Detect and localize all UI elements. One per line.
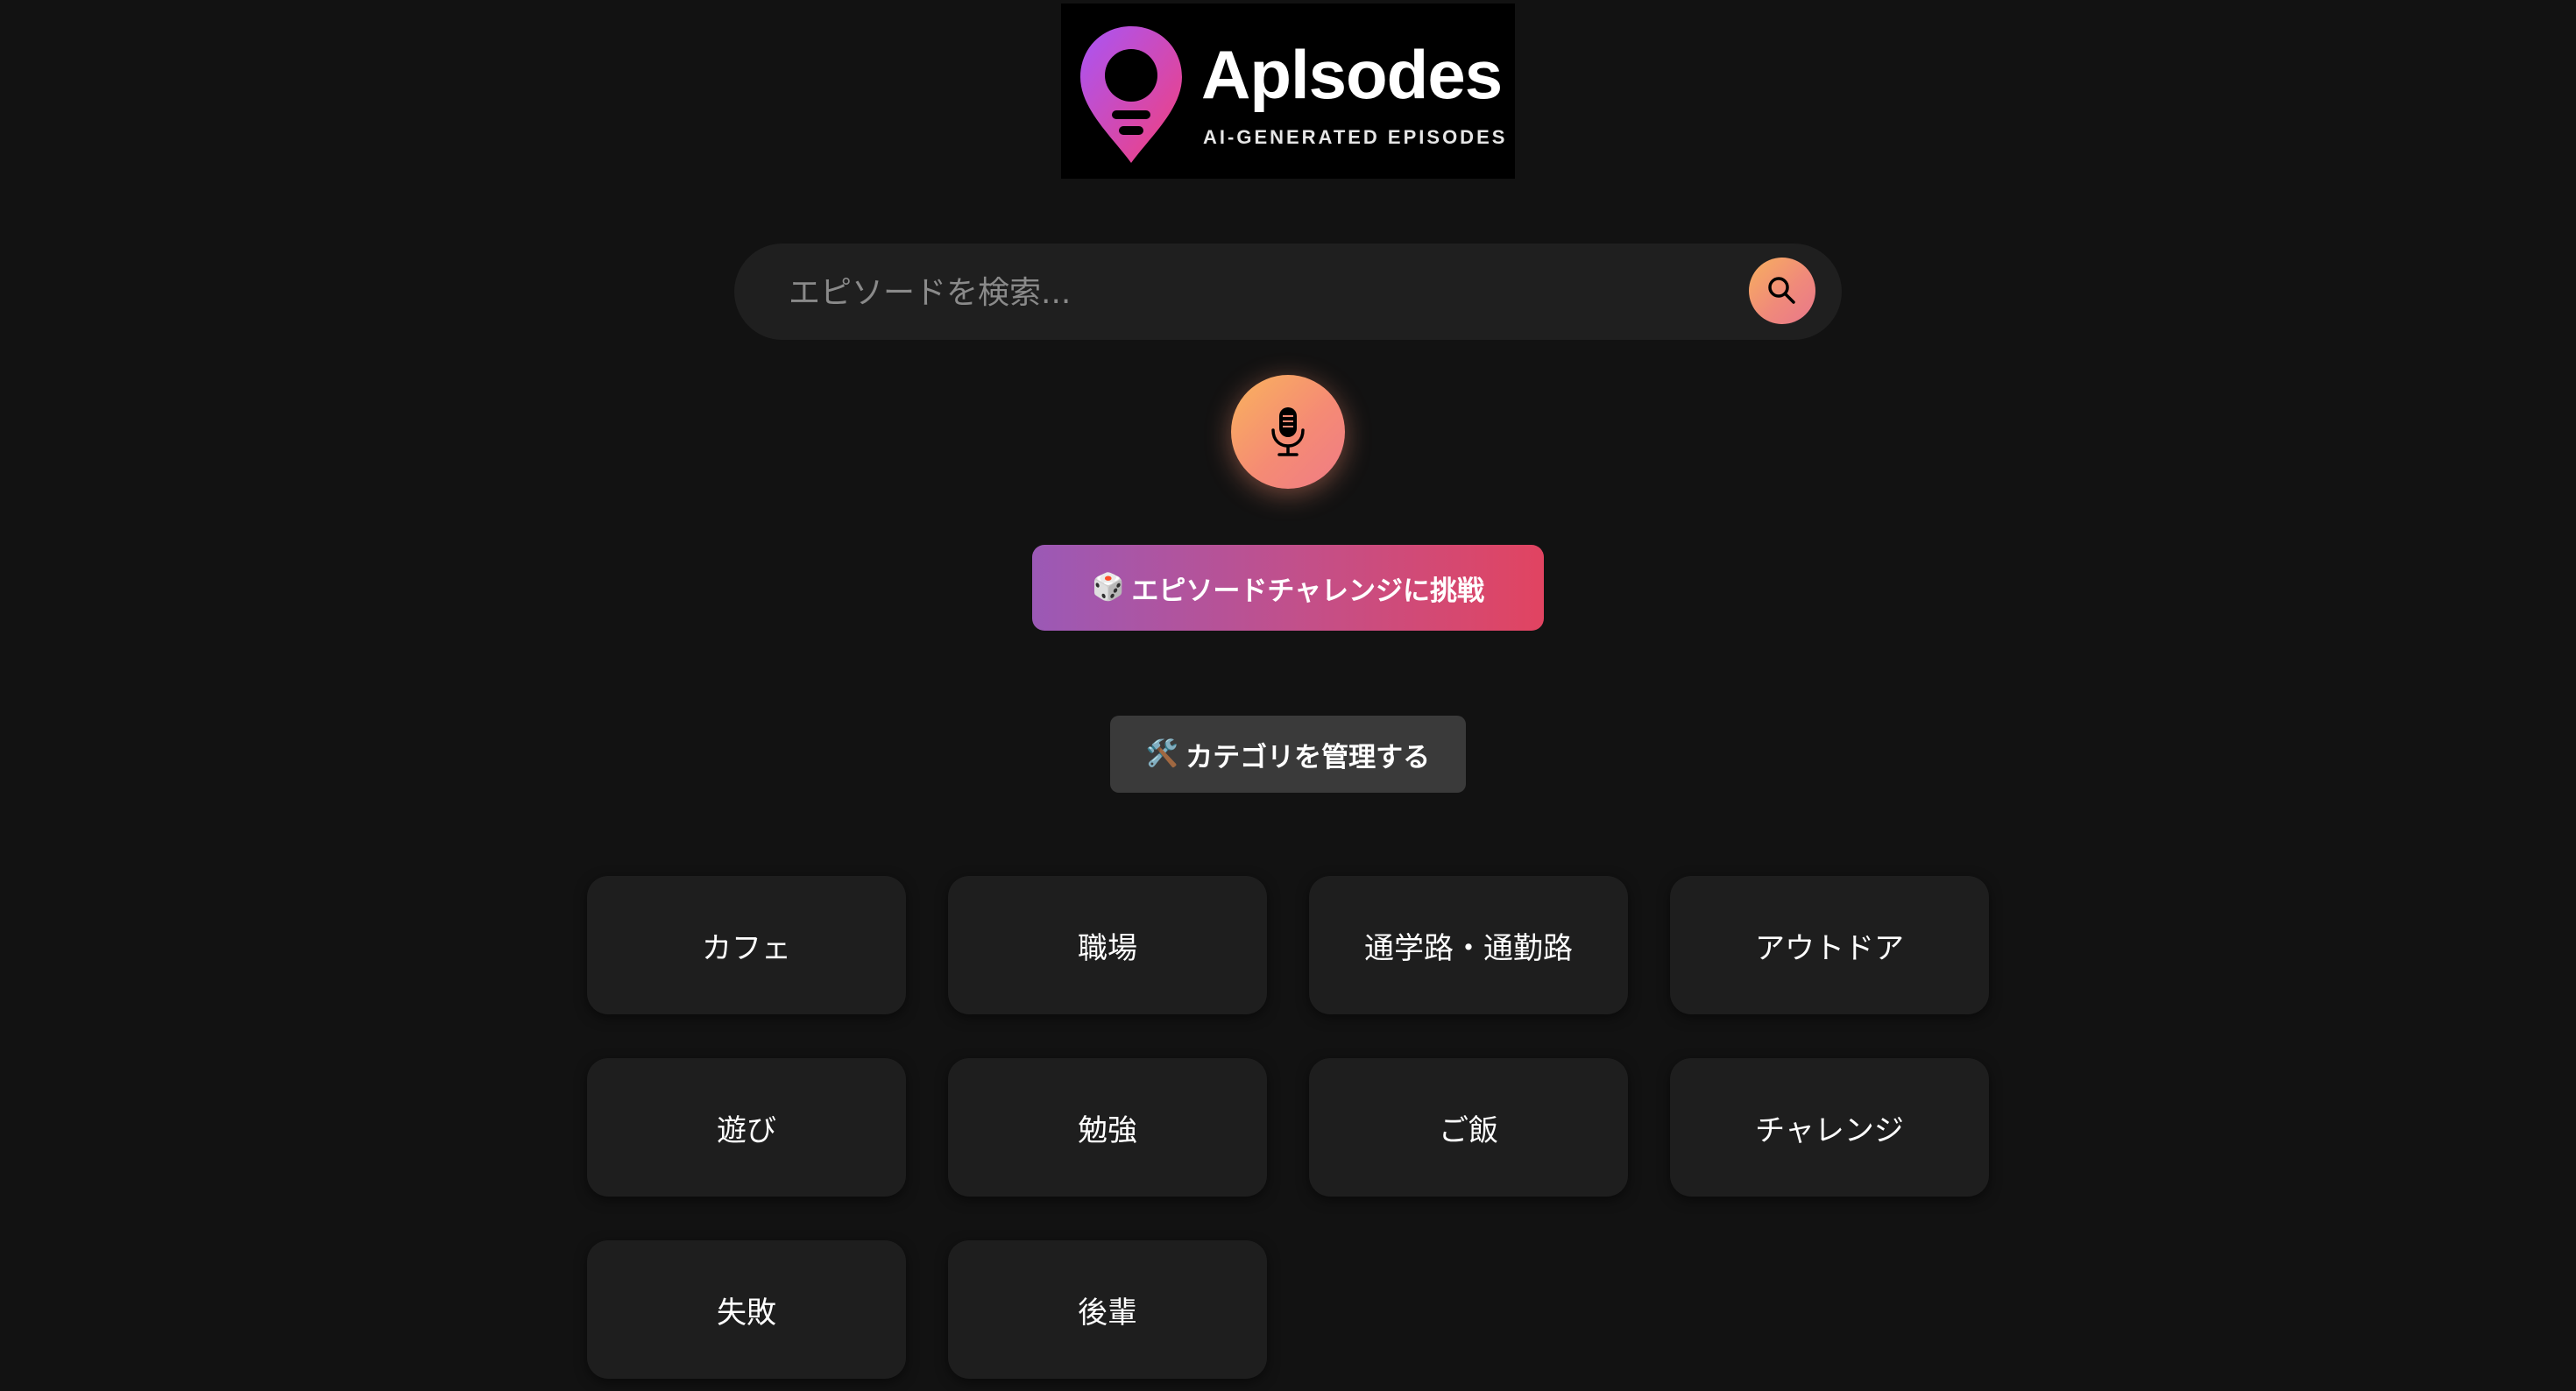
category-card-outdoor[interactable]: アウトドア bbox=[1670, 876, 1989, 1014]
search-bar bbox=[734, 244, 1842, 340]
search-input[interactable] bbox=[787, 261, 1684, 324]
category-card-study[interactable]: 勉強 bbox=[948, 1058, 1267, 1197]
episode-challenge-button[interactable]: 🎲 エピソードチャレンジに挑戦 bbox=[1032, 545, 1544, 631]
category-card-cafe[interactable]: カフェ bbox=[587, 876, 906, 1014]
logo-subtitle: AI-GENERATED EPISODES bbox=[1203, 126, 1508, 148]
location-pin-logo-icon bbox=[1080, 26, 1182, 163]
voice-record-button[interactable] bbox=[1231, 375, 1345, 489]
microphone-icon bbox=[1271, 407, 1305, 456]
category-card-commute[interactable]: 通学路・通勤路 bbox=[1309, 876, 1628, 1014]
category-card-failure[interactable]: 失敗 bbox=[587, 1240, 906, 1379]
category-card-junior[interactable]: 後輩 bbox=[948, 1240, 1267, 1379]
search-button[interactable] bbox=[1749, 258, 1815, 324]
episode-challenge-label: エピソードチャレンジに挑戦 bbox=[1131, 575, 1485, 607]
category-card-meal[interactable]: ご飯 bbox=[1309, 1058, 1628, 1197]
manage-categories-button[interactable]: 🛠️ カテゴリを管理する bbox=[1110, 716, 1466, 793]
category-card-challenge[interactable]: チャレンジ bbox=[1670, 1058, 1989, 1197]
category-grid: カフェ 職場 通学路・通勤路 アウトドア 遊び 勉強 ご飯 チャレンジ 失敗 後… bbox=[587, 876, 1989, 1379]
manage-categories-label: カテゴリを管理する bbox=[1185, 741, 1431, 773]
category-card-workplace[interactable]: 職場 bbox=[948, 876, 1267, 1014]
category-card-play[interactable]: 遊び bbox=[587, 1058, 906, 1197]
tools-icon: 🛠️ bbox=[1145, 738, 1179, 769]
search-icon bbox=[1768, 277, 1795, 304]
app-page: Aplsodes AI-GENERATED EPISODES 🎲 エピソードチャ… bbox=[0, 0, 2576, 1391]
logo-title: Aplsodes bbox=[1201, 36, 1503, 113]
app-logo: Aplsodes AI-GENERATED EPISODES bbox=[1061, 4, 1515, 179]
dice-icon: 🎲 bbox=[1091, 572, 1125, 603]
